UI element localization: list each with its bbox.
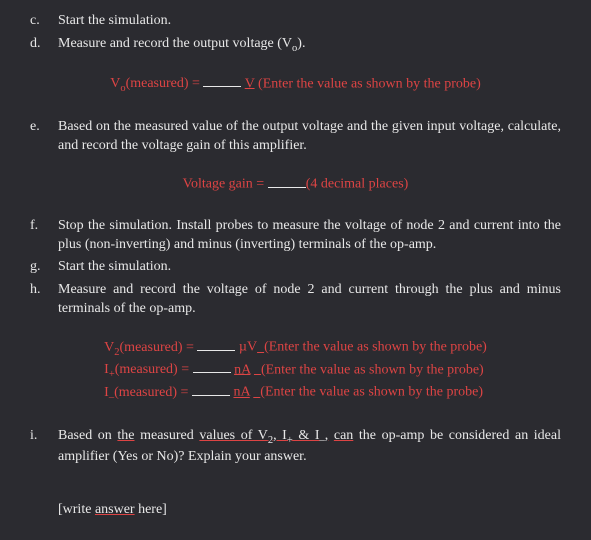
gain-blank xyxy=(268,174,306,188)
text-e: Based on the measured value of the outpu… xyxy=(58,118,561,156)
instruction-list-2: e. Based on the measured value of the ou… xyxy=(30,118,561,156)
vo-lhs: Vo(measured) = xyxy=(110,76,203,91)
marker-h: h. xyxy=(30,281,58,319)
marker-e: e. xyxy=(30,118,58,156)
equation-vo: Vo(measured) = V (Enter the value as sho… xyxy=(30,74,561,97)
vo-unit: V (Enter the value as shown by the probe… xyxy=(245,76,481,91)
marker-g: g. xyxy=(30,258,58,277)
item-f: f. Stop the simulation. Install probes t… xyxy=(30,217,561,255)
instruction-list-3: f. Stop the simulation. Install probes t… xyxy=(30,217,561,319)
v2-blank xyxy=(197,337,235,351)
equation-gain: Voltage gain = (4 decimal places) xyxy=(30,174,561,194)
text-c: Start the simulation. xyxy=(58,12,561,31)
gain-hint: (4 decimal places) xyxy=(306,177,409,192)
marker-f: f. xyxy=(30,217,58,255)
equation-iminus: I–(measured) = nA (Enter the value as sh… xyxy=(104,382,487,405)
marker-d: d. xyxy=(30,35,58,56)
ip-blank xyxy=(193,360,231,374)
marker-i: i. xyxy=(30,427,58,467)
text-h: Measure and record the voltage of node 2… xyxy=(58,281,561,319)
text-d: Measure and record the output voltage (V… xyxy=(58,35,561,56)
item-e: e. Based on the measured value of the ou… xyxy=(30,118,561,156)
answer-placeholder: [write answer here] xyxy=(58,501,561,520)
equation-group-measurements: V2(measured) = µV (Enter the value as sh… xyxy=(30,337,561,405)
marker-c: c. xyxy=(30,12,58,31)
gain-lhs: Voltage gain = xyxy=(183,177,268,192)
equation-v2: V2(measured) = µV (Enter the value as sh… xyxy=(104,337,487,360)
instruction-list: c. Start the simulation. d. Measure and … xyxy=(30,12,561,56)
instruction-list-4: i. Based on the measured values of V2, I… xyxy=(30,427,561,467)
vo-blank xyxy=(203,74,241,88)
item-c: c. Start the simulation. xyxy=(30,12,561,31)
item-d: d. Measure and record the output voltage… xyxy=(30,35,561,56)
text-f: Stop the simulation. Install probes to m… xyxy=(58,217,561,255)
equation-iplus: I+(measured) = nA (Enter the value as sh… xyxy=(104,360,487,383)
text-i: Based on the measured values of V2, I+ &… xyxy=(58,427,561,467)
im-blank xyxy=(192,382,230,396)
item-g: g. Start the simulation. xyxy=(30,258,561,277)
item-i: i. Based on the measured values of V2, I… xyxy=(30,427,561,467)
item-h: h. Measure and record the voltage of nod… xyxy=(30,281,561,319)
text-g: Start the simulation. xyxy=(58,258,561,277)
